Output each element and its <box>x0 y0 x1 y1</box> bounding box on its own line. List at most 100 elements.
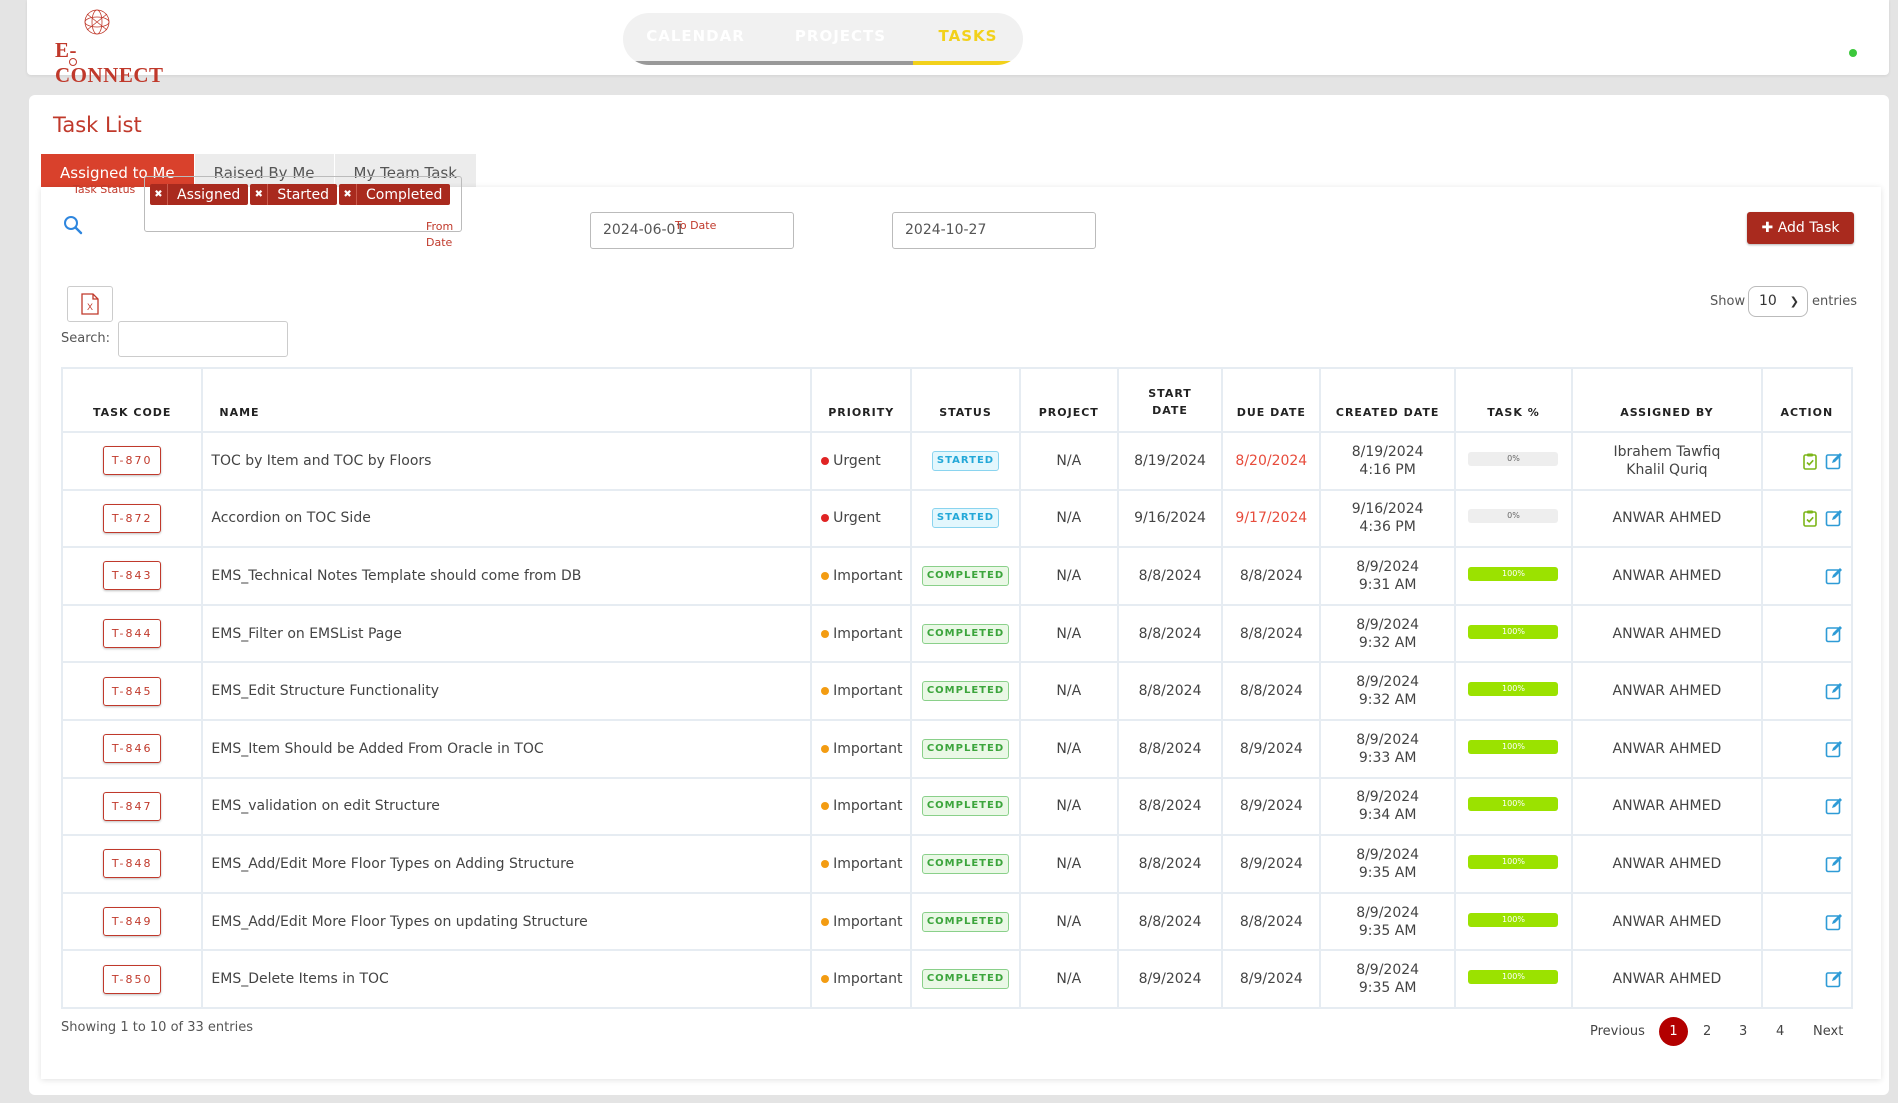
edit-icon[interactable] <box>1825 797 1843 815</box>
header-status[interactable]: STATUS <box>910 367 1021 433</box>
task-code-link[interactable]: T-844 <box>103 619 162 649</box>
created-date-cell: 8/9/2024 9:35 AM <box>1319 891 1456 952</box>
task-name: EMS_Item Should be Added From Oracle in … <box>201 718 813 779</box>
start-date-cell: 8/9/2024 <box>1116 949 1224 1009</box>
due-date-cell: 8/9/2024 <box>1221 834 1322 894</box>
task-code-link[interactable]: T-845 <box>103 676 162 706</box>
pagination-page-4[interactable]: 4 <box>1776 1024 1784 1039</box>
table-row: T-843 EMS_Technical Notes Template should… <box>60 546 1854 606</box>
due-date-cell: 8/9/2024 <box>1221 776 1322 837</box>
task-code-link[interactable]: T-872 <box>103 503 162 533</box>
table-row: T-844 EMS_Filter on EMSList Page Important… <box>60 603 1854 664</box>
header-created-date[interactable]: CREATED DATE <box>1319 367 1456 433</box>
remove-tag-icon[interactable]: ✖ <box>339 184 358 205</box>
nav-tab-projects[interactable]: PROJECTS <box>768 13 913 65</box>
table-row: T-849 EMS_Add/Edit More Floor Types on up… <box>60 891 1854 952</box>
nav-tab-calendar[interactable]: CALENDAR <box>623 13 768 65</box>
app-logo[interactable]: E-CONNECT <box>55 6 165 87</box>
created-date-cell: 8/9/2024 9:34 AM <box>1319 776 1456 837</box>
task-code-cell: T-847 <box>60 776 204 837</box>
priority-cell: Important <box>810 546 913 606</box>
pagination-next[interactable]: Next <box>1813 1024 1843 1039</box>
header-task-code[interactable]: TASK CODE <box>60 367 204 433</box>
chevron-down-icon: ❯ <box>1789 295 1799 308</box>
status-cell: COMPLETED <box>910 949 1021 1009</box>
edit-icon[interactable] <box>1825 625 1843 643</box>
status-cell: COMPLETED <box>910 661 1021 721</box>
edit-icon[interactable] <box>1825 682 1843 700</box>
task-name: EMS_validation on edit Structure <box>201 776 813 837</box>
priority-cell: Urgent <box>810 488 913 549</box>
priority-dot-icon <box>821 744 830 753</box>
task-progress-bar: 100% <box>1468 912 1559 927</box>
task-code-link[interactable]: T-848 <box>103 849 162 879</box>
start-date-cell: 8/19/2024 <box>1116 431 1224 491</box>
edit-icon[interactable] <box>1825 970 1843 988</box>
header-due-date[interactable]: DUE DATE <box>1221 367 1322 433</box>
pagination-page-2[interactable]: 2 <box>1703 1024 1711 1039</box>
search-input[interactable] <box>118 321 288 357</box>
project-cell: N/A <box>1018 776 1119 837</box>
edit-icon[interactable] <box>1825 567 1843 585</box>
status-cell: COMPLETED <box>910 891 1021 952</box>
due-date-cell: 8/8/2024 <box>1221 603 1322 664</box>
assigned-by-cell: ANWAR AHMED <box>1571 603 1763 664</box>
edit-icon[interactable] <box>1825 913 1843 931</box>
created-date-cell: 8/9/2024 9:32 AM <box>1319 603 1456 664</box>
task-status-multiselect[interactable]: ✖ Assigned ✖ Started ✖ Completed <box>144 176 462 232</box>
due-date-cell: 8/8/2024 <box>1221 546 1322 606</box>
status-badge: COMPLETED <box>921 681 1010 702</box>
header-priority[interactable]: PRIORITY <box>810 367 913 433</box>
header-assigned-by[interactable]: ASSIGNED BY <box>1571 367 1763 433</box>
action-cell <box>1760 776 1854 837</box>
edit-icon[interactable] <box>1825 452 1843 470</box>
project-cell: N/A <box>1018 718 1119 779</box>
header-name[interactable]: NAME <box>201 367 813 433</box>
task-code-cell: T-870 <box>60 431 204 491</box>
entries-per-page-select[interactable]: 10 ❯ <box>1748 286 1808 317</box>
task-code-link[interactable]: T-850 <box>103 964 162 994</box>
status-badge: STARTED <box>931 508 1000 529</box>
to-date-input[interactable]: 2024-10-27 <box>892 212 1096 249</box>
export-excel-button[interactable]: X <box>67 286 113 322</box>
task-code-cell: T-872 <box>60 488 204 549</box>
header-task-percent[interactable]: TASK % <box>1453 367 1574 433</box>
task-list-card: Task List Assigned to Me Raised By Me My… <box>29 95 1889 1095</box>
pagination-previous[interactable]: Previous <box>1590 1024 1645 1039</box>
table-row: T-845 EMS_Edit Structure Functionality Imp… <box>60 661 1854 721</box>
task-progress-bar: 0% <box>1468 451 1559 466</box>
task-code-link[interactable]: T-849 <box>103 907 162 937</box>
task-code-cell: T-850 <box>60 949 204 1009</box>
task-code-link[interactable]: T-847 <box>103 791 162 821</box>
edit-icon[interactable] <box>1825 855 1843 873</box>
action-cell <box>1760 488 1854 549</box>
remove-tag-icon[interactable]: ✖ <box>150 184 168 205</box>
status-cell: COMPLETED <box>910 603 1021 664</box>
add-task-button[interactable]: ✚ Add Task <box>1747 212 1854 244</box>
task-code-link[interactable]: T-870 <box>103 446 162 476</box>
pagination-page-3[interactable]: 3 <box>1739 1024 1747 1039</box>
priority-cell: Important <box>810 834 913 894</box>
clipboard-check-icon[interactable] <box>1801 509 1819 528</box>
task-code-link[interactable]: T-843 <box>103 561 162 591</box>
assigned-by-cell: ANWAR AHMED <box>1571 949 1763 1009</box>
edit-icon[interactable] <box>1825 509 1843 527</box>
edit-icon[interactable] <box>1825 740 1843 758</box>
task-code-link[interactable]: T-846 <box>103 734 162 764</box>
task-table: TASK CODE NAME PRIORITY STATUS PROJECT S… <box>60 367 1854 1009</box>
pagination-page-1[interactable]: 1 <box>1659 1017 1688 1046</box>
due-date-cell: 8/9/2024 <box>1221 718 1322 779</box>
task-progress-bar: 100% <box>1468 797 1559 812</box>
due-date-cell: 9/17/2024 <box>1221 488 1322 549</box>
priority-dot-icon <box>821 917 830 926</box>
clipboard-check-icon[interactable] <box>1801 452 1819 470</box>
task-progress-bar: 100% <box>1468 854 1559 869</box>
project-cell: N/A <box>1018 834 1119 894</box>
header-project[interactable]: PROJECT <box>1018 367 1119 433</box>
nav-tab-tasks[interactable]: TASKS <box>913 13 1023 65</box>
task-name: Accordion on TOC Side <box>201 488 813 549</box>
task-percent-cell: 100% <box>1453 776 1574 837</box>
priority-label: Important <box>833 567 903 584</box>
header-start-date[interactable]: START DATE <box>1116 367 1224 433</box>
remove-tag-icon[interactable]: ✖ <box>250 184 269 205</box>
